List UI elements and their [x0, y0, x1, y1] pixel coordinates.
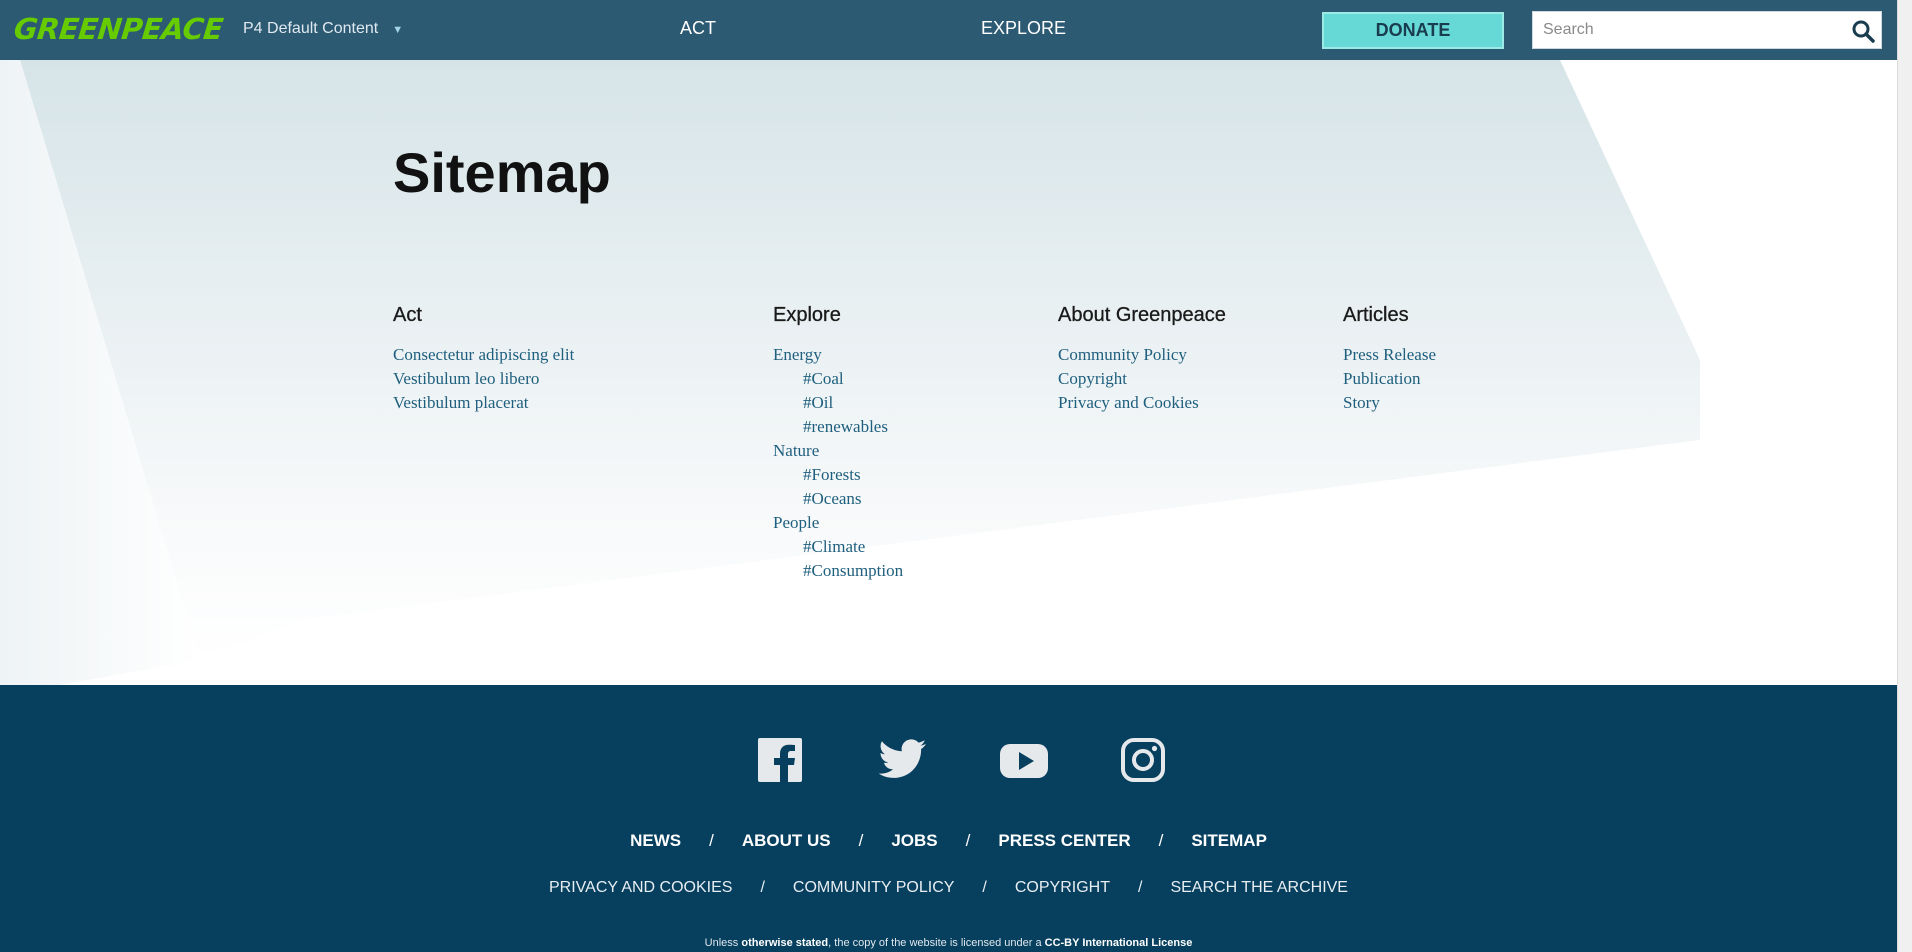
license-stated-link[interactable]: otherwise stated — [741, 937, 828, 949]
site-footer: NEWS / ABOUT US / JOBS / PRESS CENTER / … — [0, 685, 1897, 952]
column-heading: Articles — [1343, 304, 1409, 326]
footer-link-jobs[interactable]: JOBS — [891, 831, 937, 851]
separator: / — [858, 831, 864, 850]
instagram-icon[interactable] — [1120, 737, 1166, 783]
column-heading: Act — [393, 304, 422, 326]
footer-link-news[interactable]: NEWS — [630, 831, 681, 851]
sitemap-link[interactable]: Publication — [1343, 367, 1436, 391]
site-selector-label: P4 Default Content — [243, 20, 379, 37]
separator: / — [982, 879, 987, 896]
background-decoration — [0, 60, 1897, 685]
sitemap-sublink[interactable]: #Forests — [773, 463, 903, 487]
separator: / — [709, 831, 714, 850]
top-navigation-bar: GREENPEACE P4 Default Content ▼ ACT EXPLO… — [0, 0, 1897, 60]
search-box — [1532, 11, 1882, 49]
separator: / — [965, 831, 971, 850]
separator: / — [1158, 831, 1164, 850]
sitemap-sublink[interactable]: #Coal — [773, 367, 903, 391]
license-notice: Unless otherwise stated, the copy of the… — [0, 937, 1897, 949]
separator: / — [1138, 879, 1143, 896]
footer-link-search-archive[interactable]: SEARCH THE ARCHIVE — [1170, 879, 1348, 897]
column-heading: Explore — [773, 304, 841, 326]
social-links — [0, 737, 1897, 783]
footer-link-press-center[interactable]: PRESS CENTER — [998, 831, 1130, 851]
footer-link-sitemap[interactable]: SITEMAP — [1191, 831, 1267, 851]
sitemap-sublink[interactable]: #Consumption — [773, 559, 903, 583]
chevron-down-icon: ▼ — [392, 24, 404, 36]
sitemap-sublink[interactable]: #Oil — [773, 391, 903, 415]
sitemap-column-about: About Greenpeace Community Policy Copyri… — [1058, 304, 1226, 415]
nav-explore-link[interactable]: EXPLORE — [981, 18, 1066, 39]
sitemap-link[interactable]: Story — [1343, 391, 1436, 415]
sitemap-sublink[interactable]: #Climate — [773, 535, 903, 559]
sitemap-link[interactable]: Energy — [773, 343, 903, 367]
sitemap-sublink[interactable]: #renewables — [773, 415, 903, 439]
sitemap-link[interactable]: People — [773, 511, 903, 535]
search-icon[interactable] — [1851, 19, 1875, 43]
sitemap-link[interactable]: Vestibulum leo libero — [393, 367, 574, 391]
sitemap-link[interactable]: Community Policy — [1058, 343, 1226, 367]
footer-link-copyright[interactable]: COPYRIGHT — [1015, 879, 1110, 897]
page-scrollbar[interactable] — [1897, 0, 1912, 952]
sitemap-column-explore: Explore Energy #Coal #Oil #renewables Na… — [773, 304, 903, 583]
footer-link-community-policy[interactable]: COMMUNITY POLICY — [793, 879, 955, 897]
separator: / — [760, 879, 765, 896]
youtube-icon[interactable] — [999, 737, 1048, 783]
greenpeace-logo[interactable]: GREENPEACE — [12, 12, 224, 46]
facebook-icon[interactable] — [757, 737, 803, 783]
footer-main-links: NEWS / ABOUT US / JOBS / PRESS CENTER / … — [0, 831, 1897, 851]
sitemap-link[interactable]: Consectetur adipiscing elit — [393, 343, 574, 367]
footer-link-privacy[interactable]: PRIVACY AND COOKIES — [549, 879, 732, 897]
sitemap-link[interactable]: Nature — [773, 439, 903, 463]
page-title: Sitemap — [393, 141, 611, 204]
license-name-link[interactable]: CC-BY International License — [1045, 937, 1193, 949]
sitemap-column-act: Act Consectetur adipiscing elit Vestibul… — [393, 304, 574, 415]
sitemap-content-area: Sitemap Act Consectetur adipiscing elit … — [0, 60, 1897, 685]
site-selector-dropdown[interactable]: P4 Default Content ▼ — [243, 20, 403, 38]
search-input[interactable] — [1533, 12, 1833, 48]
license-middle: , the copy of the website is licensed un… — [828, 937, 1042, 949]
sitemap-link[interactable]: Press Release — [1343, 343, 1436, 367]
twitter-icon[interactable] — [878, 737, 926, 783]
sitemap-link[interactable]: Privacy and Cookies — [1058, 391, 1226, 415]
license-prefix: Unless — [704, 937, 739, 949]
donate-button[interactable]: DONATE — [1322, 12, 1504, 49]
footer-link-about-us[interactable]: ABOUT US — [742, 831, 831, 851]
footer-secondary-links: PRIVACY AND COOKIES / COMMUNITY POLICY /… — [0, 879, 1897, 897]
sitemap-column-articles: Articles Press Release Publication Story — [1343, 304, 1436, 415]
column-heading: About Greenpeace — [1058, 304, 1226, 326]
sitemap-link[interactable]: Vestibulum placerat — [393, 391, 574, 415]
sitemap-link[interactable]: Copyright — [1058, 367, 1226, 391]
nav-act-link[interactable]: ACT — [680, 18, 716, 39]
sitemap-sublink[interactable]: #Oceans — [773, 487, 903, 511]
